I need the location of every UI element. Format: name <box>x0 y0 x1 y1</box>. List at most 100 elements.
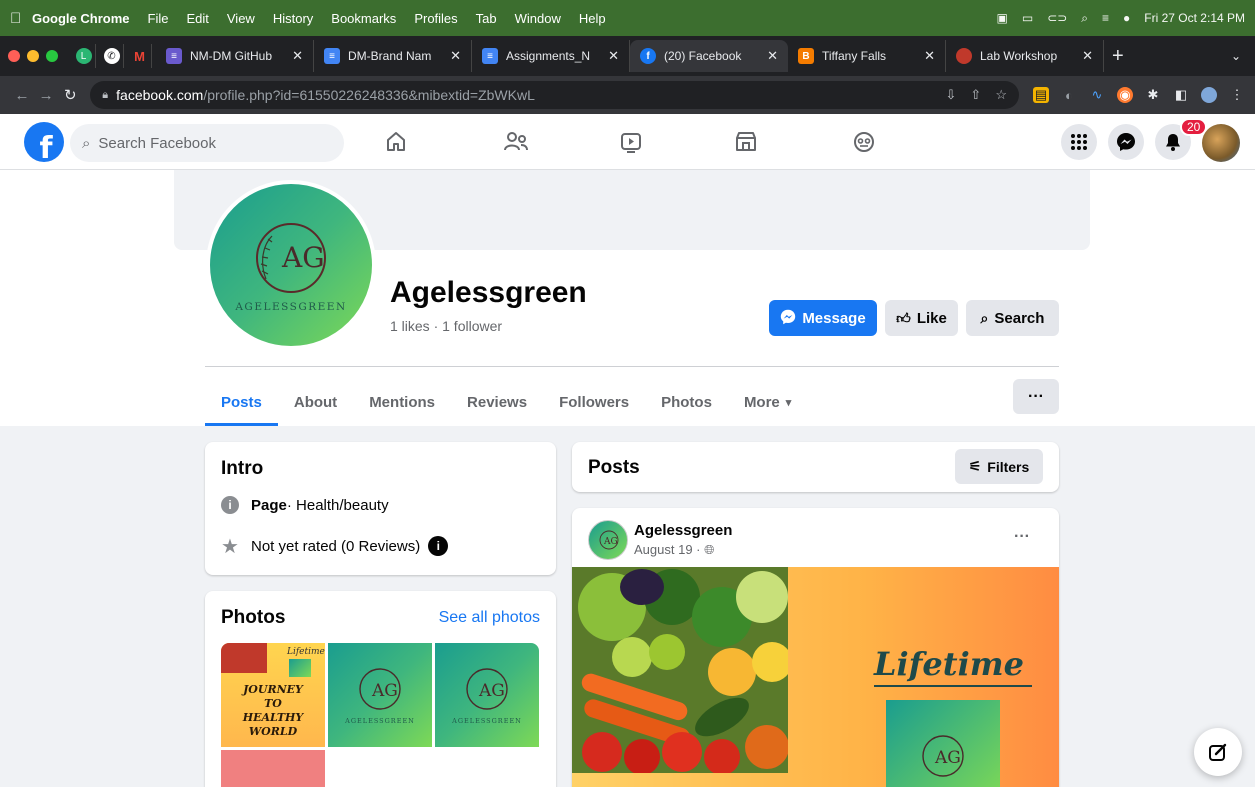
lock-icon[interactable]: 🔒︎ <box>102 89 108 102</box>
close-tab-icon[interactable]: ✕ <box>292 48 303 64</box>
chrome-menu-icon[interactable]: ⋮ <box>1229 87 1245 103</box>
messenger-icon[interactable] <box>1108 124 1144 160</box>
reload-icon[interactable]: ↻ <box>58 86 82 104</box>
more-options-button[interactable]: ··· <box>1013 379 1059 414</box>
minimize-window-icon[interactable] <box>27 50 39 62</box>
close-tab-icon[interactable]: ✕ <box>924 48 935 64</box>
menu-view[interactable]: View <box>227 11 255 26</box>
facebook-logo-icon[interactable]: f <box>24 122 64 162</box>
zoom-window-icon[interactable] <box>46 50 58 62</box>
tab-dm-brand[interactable]: ≡ DM-Brand Nam ✕ <box>314 40 472 72</box>
menu-edit[interactable]: Edit <box>186 11 208 26</box>
side-panel-icon[interactable]: ◧ <box>1173 87 1189 103</box>
pinned-tab-2[interactable]: ✆ <box>100 44 124 68</box>
tab-more[interactable]: More ▾ <box>728 380 807 424</box>
tab-photos[interactable]: Photos <box>645 380 728 424</box>
tab-tiffany-falls[interactable]: B Tiffany Falls ✕ <box>788 40 946 72</box>
page-search-button[interactable]: ⌕ Search <box>966 300 1059 336</box>
share-icon[interactable]: ⇧ <box>970 87 981 103</box>
vegetables-image <box>572 567 788 773</box>
post-author[interactable]: Agelessgreen <box>634 522 732 539</box>
marketplace-icon[interactable] <box>732 128 760 156</box>
audio-extension-icon[interactable]: ∿ <box>1089 87 1105 103</box>
photo-thumb-poster[interactable]: Lifetime JOURNEY TO HEALTHY WORLD <box>221 643 325 747</box>
svg-text:AG: AG <box>371 681 398 701</box>
facebook-search-input[interactable]: ⌕ Search Facebook <box>70 124 344 162</box>
back-icon[interactable]: ← <box>10 87 34 104</box>
filters-button[interactable]: ⚟ Filters <box>955 449 1043 484</box>
tab-nm-dm-github[interactable]: ≡ NM-DM GitHub ✕ <box>156 40 314 72</box>
menu-app-name[interactable]: Google Chrome <box>32 11 130 26</box>
gaming-icon[interactable] <box>850 128 878 156</box>
control-center-icon[interactable]: ≡ <box>1102 11 1109 25</box>
install-icon[interactable]: ⇩ <box>946 87 957 103</box>
pinned-tab-3[interactable]: M <box>128 44 152 68</box>
menu-profiles[interactable]: Profiles <box>414 11 457 26</box>
post-image[interactable]: Lifetime AG AGELESSGREEN <box>572 567 1059 787</box>
tab-about[interactable]: About <box>278 380 353 424</box>
apple-icon[interactable]:  <box>10 10 32 27</box>
clipboard-icon[interactable]: ▣ <box>997 11 1008 25</box>
link-icon[interactable]: ⊂⊃ <box>1047 11 1067 25</box>
notes-extension-icon[interactable]: ▤ <box>1032 87 1049 103</box>
close-tab-icon[interactable]: ✕ <box>1082 48 1093 64</box>
docs-icon: ≡ <box>324 48 340 64</box>
menu-history[interactable]: History <box>273 11 313 26</box>
watch-video-icon[interactable] <box>617 128 645 156</box>
see-all-photos-link[interactable]: See all photos <box>439 609 540 627</box>
tab-reviews[interactable]: Reviews <box>451 380 543 424</box>
menu-file[interactable]: File <box>148 11 169 26</box>
siri-icon[interactable]: ● <box>1123 11 1130 25</box>
spotlight-icon[interactable]: ⌕ <box>1081 11 1088 26</box>
photo-thumb-logo-2[interactable]: AG AGELESSGREEN <box>435 643 539 747</box>
close-tab-icon[interactable]: ✕ <box>608 48 619 64</box>
like-button[interactable]: 👍︎ Like <box>885 300 958 336</box>
account-avatar[interactable] <box>1202 124 1240 162</box>
tab-posts[interactable]: Posts <box>205 380 278 426</box>
bookmark-star-icon[interactable]: ☆ <box>995 87 1007 103</box>
post-script-title: Lifetime <box>874 645 1024 683</box>
close-tab-icon[interactable]: ✕ <box>450 48 461 64</box>
macos-menu-bar:  Google Chrome File Edit View History B… <box>0 0 1255 36</box>
message-button[interactable]: Message <box>769 300 877 336</box>
tab-mentions[interactable]: Mentions <box>353 380 451 424</box>
photo-thumb-pink[interactable] <box>221 750 325 787</box>
address-bar[interactable]: 🔒︎ facebook.com/profile.php?id=615502262… <box>90 81 1019 109</box>
home-icon[interactable] <box>382 128 410 156</box>
whatsapp-icon: ✆ <box>103 48 120 64</box>
tab-lab-workshop[interactable]: Lab Workshop ✕ <box>946 40 1104 72</box>
menu-clock[interactable]: Fri 27 Oct 2:14 PM <box>1144 11 1245 25</box>
close-window-icon[interactable] <box>8 50 20 62</box>
menu-help[interactable]: Help <box>579 11 606 26</box>
menu-grid-icon[interactable] <box>1061 124 1097 160</box>
blogger-icon: B <box>798 48 814 64</box>
tab-followers[interactable]: Followers <box>543 380 645 424</box>
tab-search-chevron-icon[interactable]: ⌄ <box>1231 49 1241 63</box>
post-logo-tile: AG AGELESSGREEN <box>886 700 1000 787</box>
new-tab-icon[interactable]: + <box>1112 45 1124 68</box>
menu-bookmarks[interactable]: Bookmarks <box>331 11 396 26</box>
page-stats[interactable]: 1 likes · 1 follower <box>390 318 502 334</box>
photo-thumb-logo-1[interactable]: AG AGELESSGREEN <box>328 643 432 747</box>
close-tab-icon[interactable]: ✕ <box>767 48 778 64</box>
tab-facebook[interactable]: f (20) Facebook ✕ <box>630 40 788 72</box>
post-options-icon[interactable]: ··· <box>1014 528 1030 546</box>
battery-icon[interactable]: ▭ <box>1022 11 1033 25</box>
honey-extension-icon[interactable]: ◉ <box>1116 87 1133 103</box>
post-author-avatar[interactable]: AG <box>588 520 628 560</box>
menu-tab[interactable]: Tab <box>476 11 497 26</box>
forward-icon[interactable]: → <box>34 87 58 104</box>
profile-avatar-icon[interactable] <box>1200 87 1217 103</box>
rating-info-icon[interactable]: i <box>428 536 449 556</box>
pinned-tab-1[interactable]: L <box>72 44 96 68</box>
facebook-header: f ⌕ Search Facebook <box>0 114 1255 170</box>
tab-assignments[interactable]: ≡ Assignments_N ✕ <box>472 40 630 72</box>
menu-window[interactable]: Window <box>515 11 561 26</box>
profile-picture[interactable]: AG AGELESSGREEN <box>206 180 376 350</box>
post-date[interactable]: August 19 · 🌐︎ <box>634 542 715 558</box>
puzzle-extensions-icon[interactable]: ✱ <box>1145 87 1161 103</box>
friends-icon[interactable] <box>502 128 530 156</box>
dark-mode-extension-icon[interactable]: ◐ <box>1061 87 1077 103</box>
new-message-button[interactable] <box>1194 728 1242 776</box>
tab-label: Lab Workshop <box>980 49 1058 63</box>
